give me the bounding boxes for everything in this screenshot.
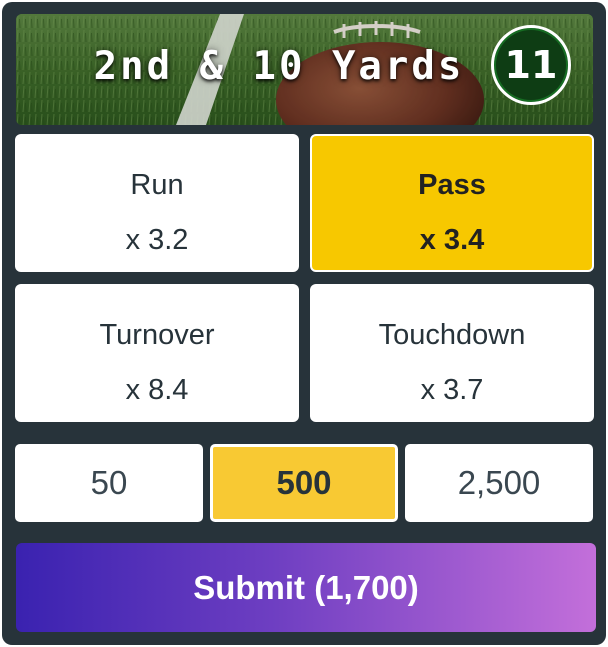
option-label: Run xyxy=(130,169,184,201)
down-and-distance-title: 2nd & 10 Yards xyxy=(93,44,465,89)
play-prediction-card: 2nd & 10 Yards 11 Run x 3.2 Pass x 3.4 T… xyxy=(2,2,606,645)
option-run[interactable]: Run x 3.2 xyxy=(15,134,299,272)
option-multiplier: x 3.7 xyxy=(420,374,484,406)
option-pass[interactable]: Pass x 3.4 xyxy=(310,134,594,272)
amount-option-2500[interactable]: 2,500 xyxy=(405,444,593,522)
submit-button[interactable]: Submit (1,700) xyxy=(16,543,596,632)
option-multiplier: x 3.4 xyxy=(419,224,485,256)
amount-option-50[interactable]: 50 xyxy=(15,444,203,522)
amount-option-500[interactable]: 500 xyxy=(210,444,398,522)
option-touchdown[interactable]: Touchdown x 3.7 xyxy=(310,284,594,422)
option-multiplier: x 8.4 xyxy=(125,374,189,406)
option-multiplier: x 3.2 xyxy=(125,224,189,256)
option-label: Turnover xyxy=(99,319,215,351)
option-label: Pass xyxy=(418,169,486,201)
option-label: Touchdown xyxy=(378,319,526,351)
header-banner: 2nd & 10 Yards 11 xyxy=(16,14,593,125)
option-turnover[interactable]: Turnover x 8.4 xyxy=(15,284,299,422)
down-number-badge: 11 xyxy=(491,25,571,105)
